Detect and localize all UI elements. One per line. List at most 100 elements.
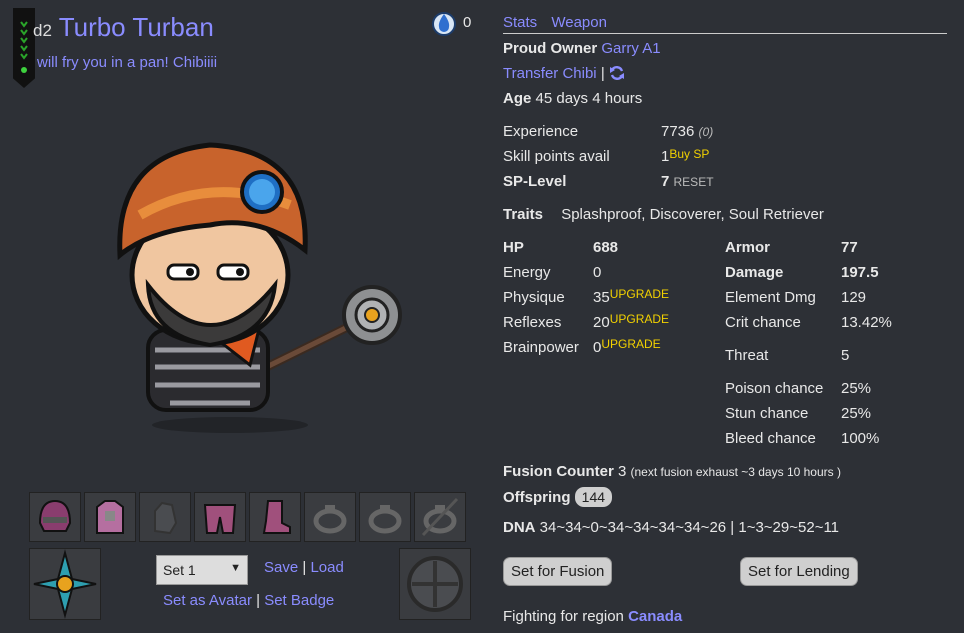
transfer-chibi-link[interactable]: Transfer Chibi: [503, 65, 597, 82]
shield-slot[interactable]: [399, 548, 471, 620]
fusion-note: (next fusion exhaust ~3 days 10 hours ): [630, 465, 841, 479]
fusion-row: Fusion Counter 3 (next fusion exhaust ~3…: [503, 463, 841, 480]
armor-slot[interactable]: [84, 492, 136, 542]
experience-label: Experience: [503, 123, 579, 140]
brainpower-value-row: 0UPGRADE: [593, 337, 661, 356]
bleed-chance-label: Bleed chance: [725, 430, 816, 447]
crit-chance-value: 13.42%: [841, 314, 892, 331]
rank-banner: [13, 8, 35, 88]
helmet-slot[interactable]: [29, 492, 81, 542]
ring-slot-1[interactable]: [304, 492, 356, 542]
experience-value-row: 7736 (0): [661, 123, 713, 140]
armor-icon: [96, 500, 124, 534]
shuriken-icon: [33, 549, 97, 619]
separator: |: [256, 592, 261, 609]
experience-extra: (0): [698, 125, 714, 139]
set-badge-link[interactable]: Set Badge: [264, 592, 334, 609]
helmet-icon: [38, 499, 72, 532]
ring-icon: [313, 505, 347, 534]
tab-bar: Stats Weapon: [503, 14, 947, 34]
pants-slot[interactable]: [194, 492, 246, 542]
reflexes-value-row: 20UPGRADE: [593, 312, 669, 331]
pants-icon: [203, 504, 237, 534]
separator: |: [600, 65, 605, 82]
ring-slot-2[interactable]: [359, 492, 411, 542]
rank-chevrons-icon: [20, 21, 28, 73]
traits-label: Traits: [503, 206, 544, 223]
set-for-fusion-button[interactable]: Set for Fusion: [503, 557, 613, 586]
character-portrait: [117, 142, 402, 433]
region-label: Fighting for region: [503, 608, 624, 625]
water-drop-icon: [432, 12, 456, 36]
offspring-row: Offspring 144: [503, 487, 613, 507]
equipment-set-select[interactable]: Set 1 ▼: [156, 555, 248, 585]
physique-value-row: 35UPGRADE: [593, 287, 669, 306]
skill-points-value-row: 1Buy SP: [661, 147, 709, 165]
stun-chance-value: 25%: [841, 405, 872, 422]
hp-label: HP: [503, 239, 524, 256]
age-value: 45 days 4 hours: [535, 90, 643, 107]
hp-value: 688: [593, 239, 619, 256]
character-motto: will fry you in a pan! Chibiiii: [37, 54, 218, 71]
chevron-down-icon: ▼: [230, 562, 241, 574]
gem-count: 0: [463, 14, 472, 31]
level-prefix: d2: [33, 21, 52, 40]
owner-label: Proud Owner: [503, 40, 598, 57]
character-title: d2 Turbo Turban: [33, 12, 214, 43]
boots-slot[interactable]: [249, 492, 301, 542]
reflexes-label: Reflexes: [503, 314, 562, 331]
threat-value: 5: [841, 347, 850, 364]
region-row: Fighting for region Canada: [503, 608, 682, 625]
set-for-lending-button[interactable]: Set for Lending: [740, 557, 858, 586]
transfer-row: Transfer Chibi |: [503, 65, 625, 82]
owner-name-link[interactable]: Garry A1: [601, 40, 660, 57]
save-set-link[interactable]: Save: [264, 559, 298, 576]
tab-stats[interactable]: Stats: [503, 14, 537, 31]
poison-chance-label: Poison chance: [725, 380, 824, 397]
armor-label: Armor: [725, 239, 771, 256]
fusion-label: Fusion Counter: [503, 463, 614, 480]
gloves-icon: [154, 501, 178, 535]
buy-sp-link[interactable]: Buy SP: [669, 147, 709, 161]
region-link[interactable]: Canada: [628, 608, 682, 625]
threat-label: Threat: [725, 347, 769, 364]
ring-icon: [368, 505, 402, 534]
ring-icon: [421, 497, 459, 537]
refresh-icon[interactable]: [609, 65, 625, 81]
physique-value: 35: [593, 289, 610, 306]
physique-upgrade-link[interactable]: UPGRADE: [610, 287, 669, 301]
element-dmg-value: 129: [841, 289, 867, 306]
skill-points-label: Skill points avail: [503, 148, 610, 165]
reflexes-upgrade-link[interactable]: UPGRADE: [610, 312, 669, 326]
owner-row: Proud Owner Garry A1: [503, 40, 661, 57]
fusion-value: 3: [618, 463, 627, 480]
dna-value: 34~34~0~34~34~34~34~26 | 1~3~29~52~11: [539, 519, 840, 536]
traits-value: Splashproof, Discoverer, Soul Retriever: [561, 206, 824, 223]
boots-icon: [262, 500, 291, 534]
weapon-slot[interactable]: [29, 548, 101, 620]
offspring-count-badge[interactable]: 144: [574, 487, 613, 507]
dna-label: DNA: [503, 519, 536, 536]
element-dmg-label: Element Dmg: [725, 289, 816, 306]
brainpower-label: Brainpower: [503, 339, 579, 356]
shield-icon: [407, 556, 463, 612]
brainpower-upgrade-link[interactable]: UPGRADE: [601, 337, 660, 351]
energy-label: Energy: [503, 264, 551, 281]
gloves-slot[interactable]: [139, 492, 191, 542]
poison-chance-value: 25%: [841, 380, 872, 397]
energy-value: 0: [593, 264, 602, 281]
load-set-link[interactable]: Load: [310, 559, 343, 576]
ring-slot-3[interactable]: [414, 492, 466, 542]
sp-level-value: 7: [661, 173, 670, 190]
character-name[interactable]: Turbo Turban: [59, 12, 214, 42]
dna-row: DNA 34~34~0~34~34~34~34~26 | 1~3~29~52~1…: [503, 519, 839, 536]
stun-chance-label: Stun chance: [725, 405, 809, 422]
traits-row: Traits Splashproof, Discoverer, Soul Ret…: [503, 206, 824, 223]
set-avatar-link[interactable]: Set as Avatar: [163, 592, 252, 609]
reset-sp-link[interactable]: RESET: [674, 175, 714, 189]
tab-weapon[interactable]: Weapon: [551, 14, 607, 31]
experience-value: 7736: [661, 123, 695, 140]
physique-label: Physique: [503, 289, 565, 306]
equipment-set-value: Set 1: [163, 562, 196, 578]
age-label: Age: [503, 90, 532, 107]
